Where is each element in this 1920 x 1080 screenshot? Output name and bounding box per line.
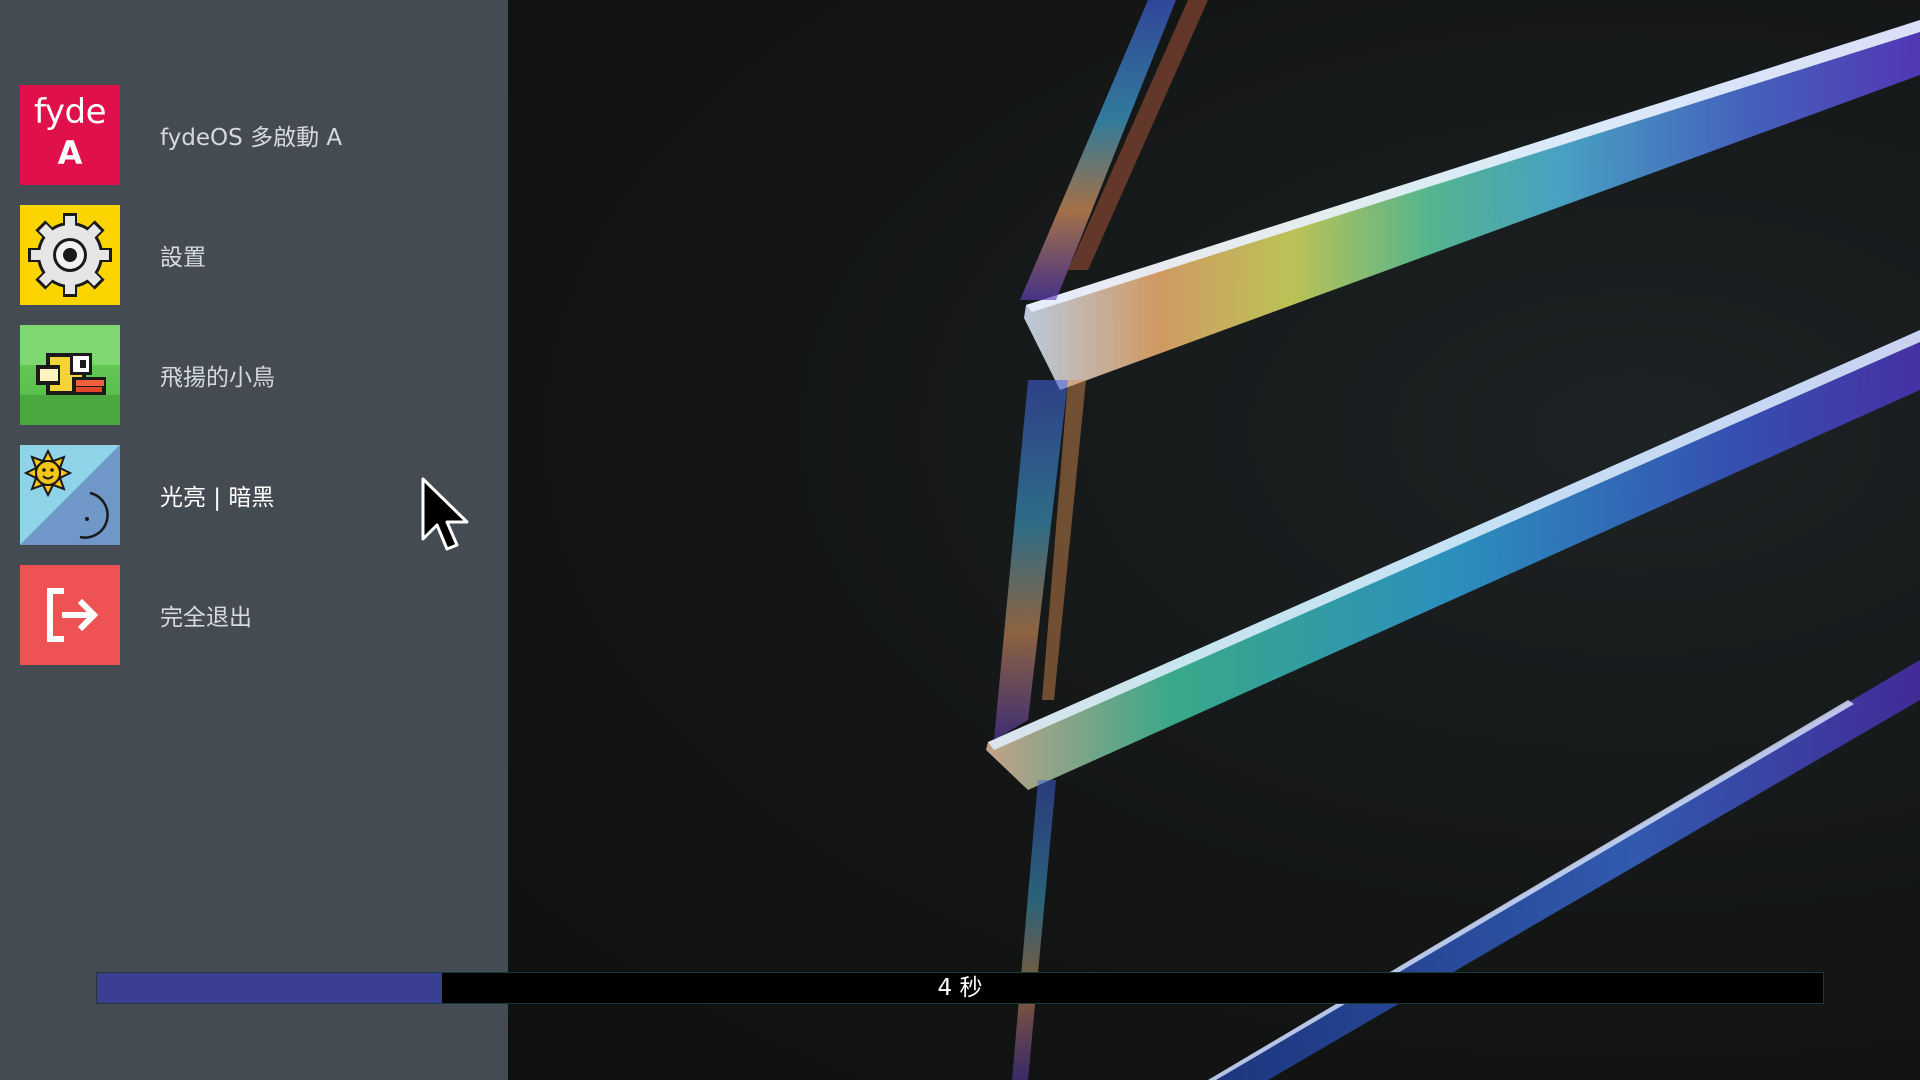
bird-icon [20,325,120,425]
wallpaper [508,0,1920,1080]
menu-item-exit[interactable]: 完全退出 [20,565,490,665]
menu-item-label: fydeOS 多啟動 A [160,125,343,151]
boot-menu-screen: fyde A fydeOS 多啟動 A 設置 飛揚的小鳥 光亮 | 暗黑 完全退… [0,0,1920,1080]
menu-item-label: 完全退出 [160,605,252,631]
sun-moon-icon [20,445,120,545]
gear-icon [20,205,120,305]
menu-item-fydeos[interactable]: fyde A fydeOS 多啟動 A [20,85,490,185]
exit-icon [20,565,120,665]
fydeos-logo-icon: fyde A [20,85,120,185]
menu-item-label: 光亮 | 暗黑 [160,485,275,511]
prism-wallpaper-image [986,0,1920,1080]
menu-item-theme-toggle[interactable]: 光亮 | 暗黑 [20,445,490,545]
menu-item-settings[interactable]: 設置 [20,205,490,305]
menu-item-flappy-bird[interactable]: 飛揚的小鳥 [20,325,490,425]
countdown-text: 4 秒 [937,975,983,1001]
menu-item-label: 飛揚的小鳥 [160,365,275,391]
sun-icon [23,448,73,498]
moon-icon [79,491,109,539]
fydeos-logo-text: fyde [34,92,107,132]
menu-item-label: 設置 [160,245,206,271]
mouse-cursor-icon [421,477,469,551]
fydeos-logo-letter: A [57,134,83,172]
countdown-progress-bar: 4 秒 [96,972,1824,1004]
